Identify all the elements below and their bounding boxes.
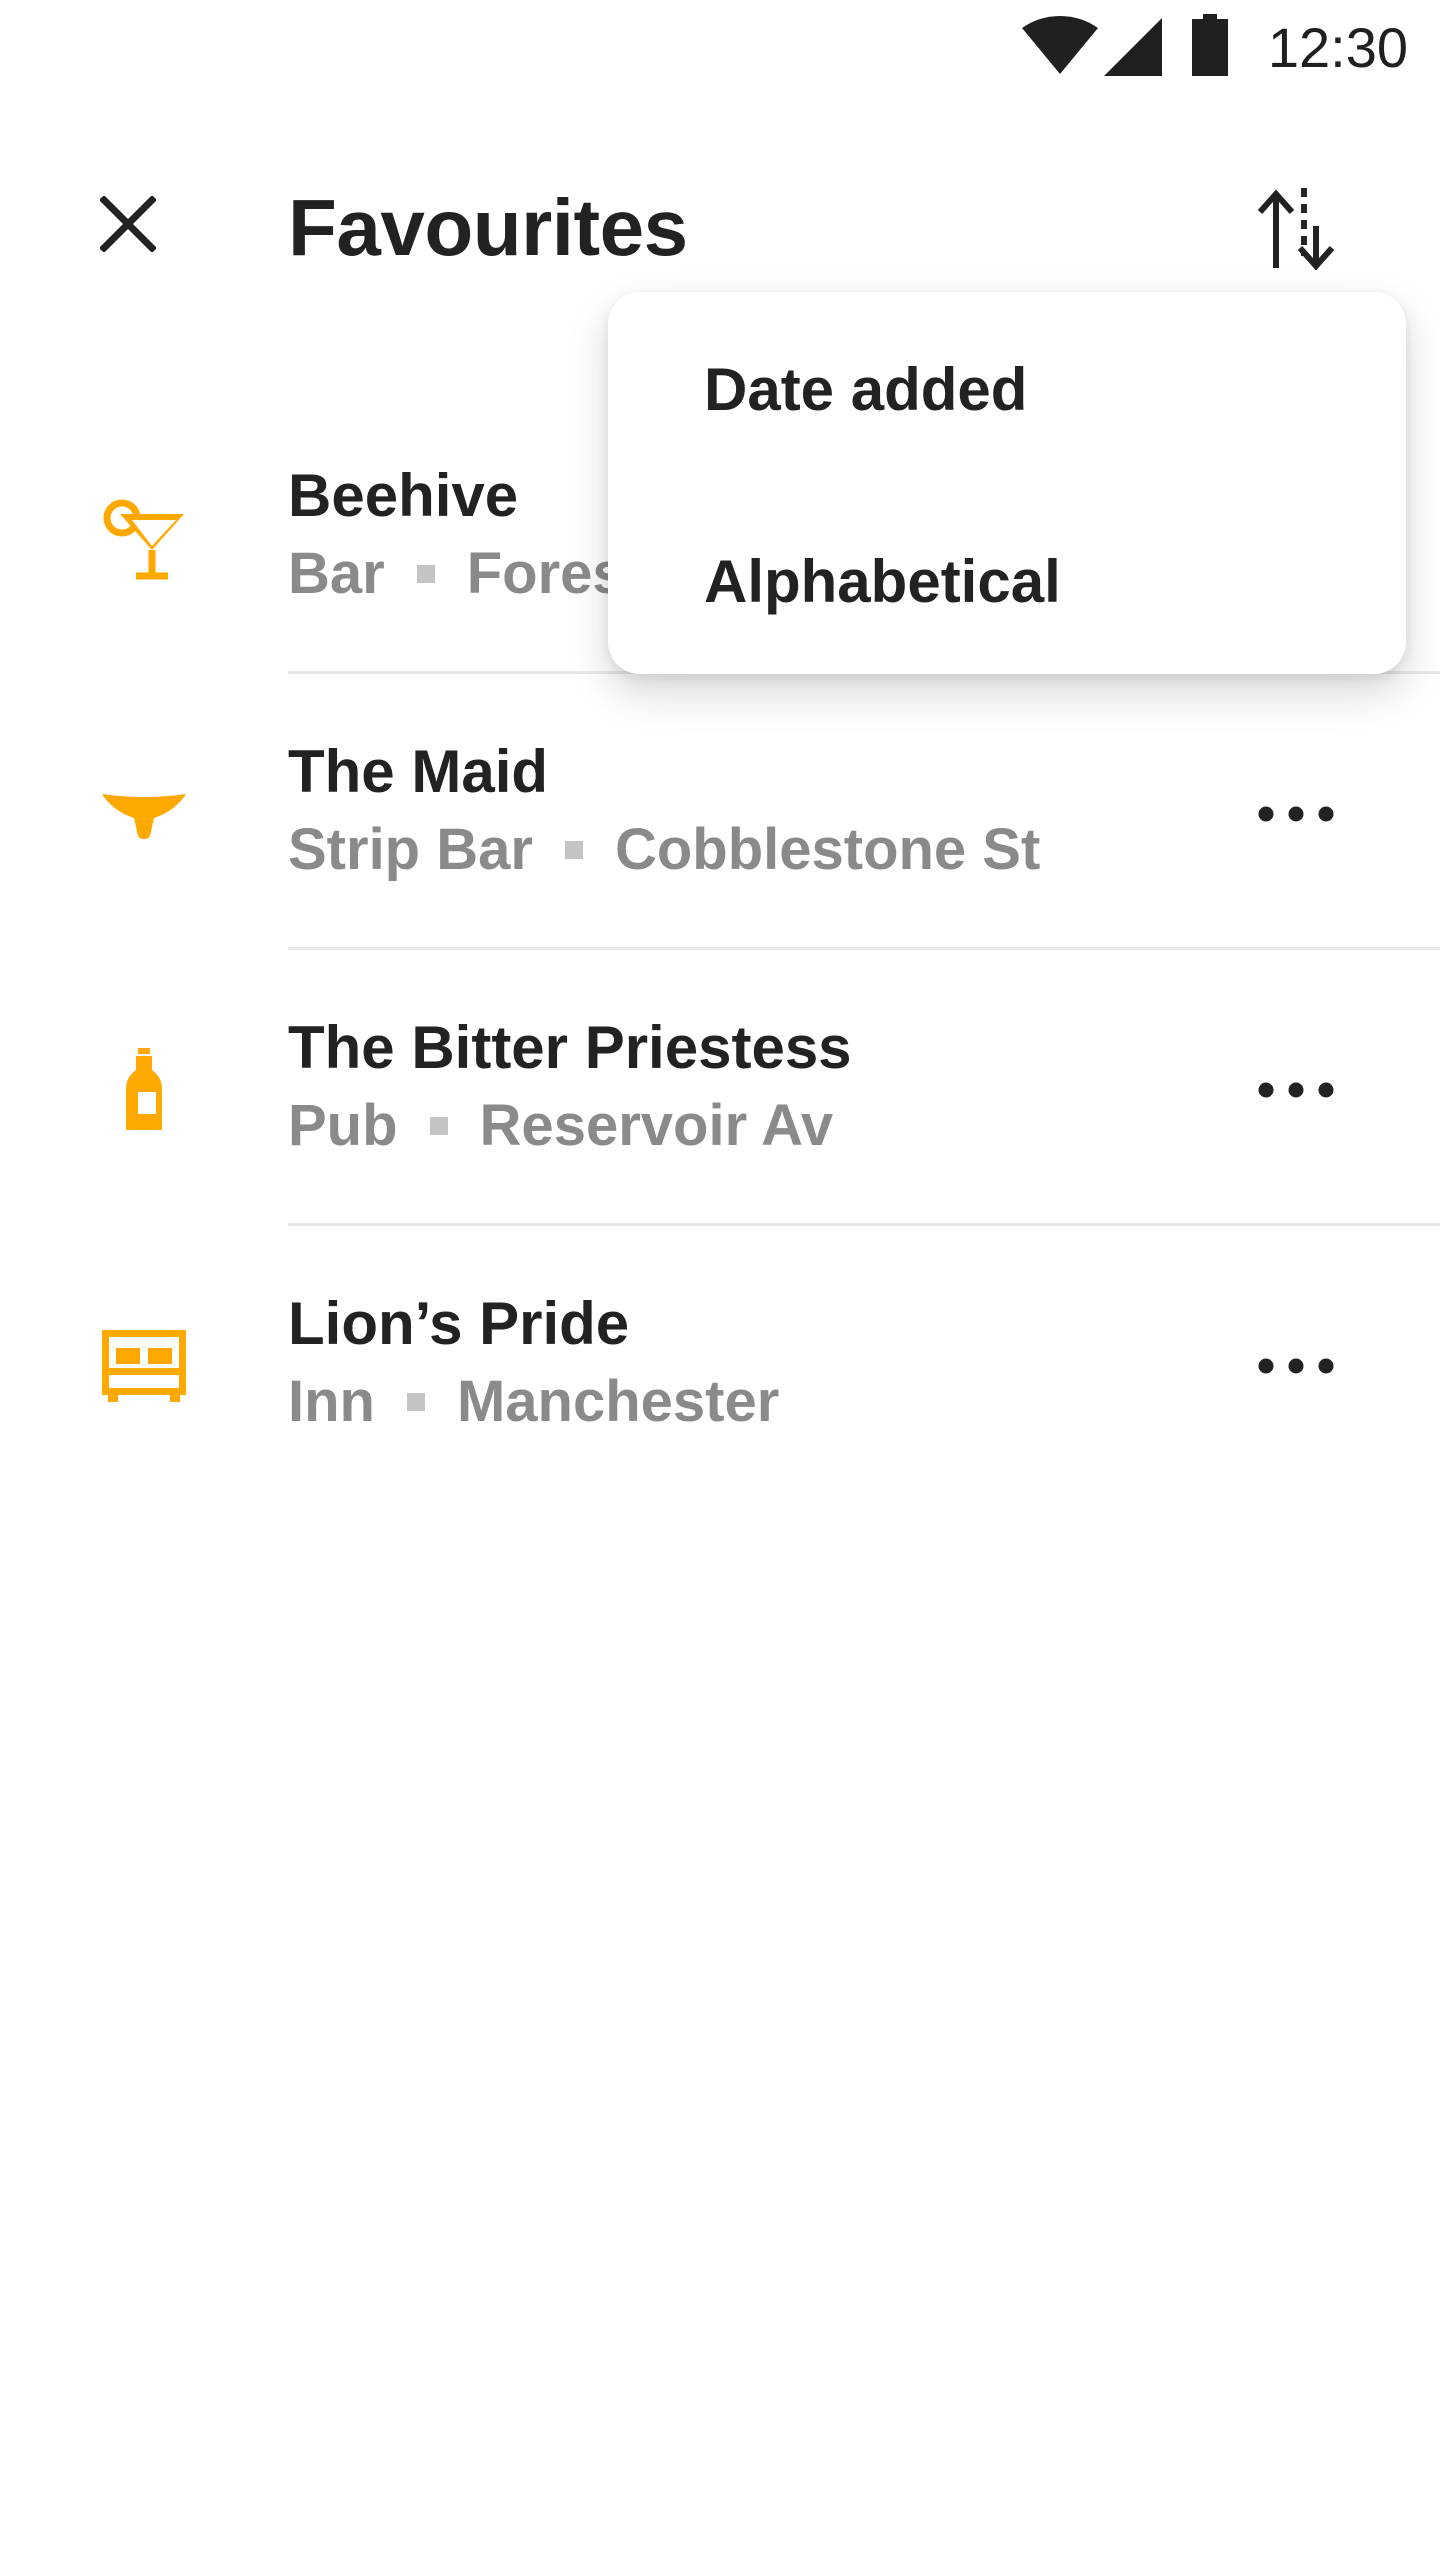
item-text: The Bitter Priestess Pub Reservoir Av (288, 1012, 852, 1162)
item-name: Lion’s Pride (288, 1290, 630, 1357)
cocktail-icon (100, 494, 188, 582)
list-item[interactable]: The Bitter Priestess Pub Reservoir Av (0, 950, 1440, 1226)
wifi-icon (1022, 16, 1098, 74)
sort-option-date-added[interactable]: Date added (704, 342, 1027, 438)
item-details: Pub Reservoir Av (288, 1090, 852, 1162)
more-options-button[interactable] (1240, 1042, 1352, 1138)
sort-menu: Date added Alphabetical (608, 292, 1406, 674)
list-item[interactable]: The Maid Strip Bar Cobblestone St (0, 674, 1440, 950)
separator-dot (416, 565, 435, 583)
item-name: The Maid (288, 738, 549, 805)
more-horizontal-icon (1258, 1358, 1334, 1374)
item-type: Inn (288, 1369, 375, 1434)
status-bar: 12:30 (0, 0, 1440, 96)
separator-dot (564, 841, 583, 859)
more-horizontal-icon (1258, 1082, 1334, 1098)
more-options-button[interactable] (1240, 766, 1352, 862)
sort-icon (1257, 188, 1335, 270)
item-type: Bar (288, 541, 385, 606)
underwear-icon (100, 770, 188, 858)
sort-option-alphabetical[interactable]: Alphabetical (704, 534, 1061, 630)
item-location: Fores (466, 541, 625, 606)
item-type: Strip Bar (288, 817, 533, 882)
item-location: Manchester (456, 1369, 780, 1434)
sort-button[interactable] (1240, 176, 1352, 280)
beer-bottle-icon (100, 1046, 188, 1134)
separator-dot (406, 1393, 425, 1411)
item-type: Pub (288, 1093, 398, 1158)
favourites-screen: 12:30 Favourites Beehive Bar Fores The M… (0, 0, 1440, 2560)
item-details: Inn Manchester (288, 1366, 779, 1438)
battery-icon (1192, 14, 1228, 76)
more-horizontal-icon (1258, 806, 1334, 822)
item-name: Beehive (288, 462, 519, 529)
item-details: Bar Fores (288, 538, 625, 610)
app-bar: Favourites (0, 160, 1440, 288)
page-title: Favourites (288, 183, 688, 272)
bed-icon (100, 1322, 188, 1410)
item-text: Beehive Bar Fores (288, 460, 625, 610)
item-text: Lion’s Pride Inn Manchester (288, 1288, 779, 1438)
list-item[interactable]: Lion’s Pride Inn Manchester (0, 1226, 1440, 1502)
separator-dot (429, 1117, 448, 1135)
item-details: Strip Bar Cobblestone St (288, 814, 1040, 886)
item-location: Cobblestone St (614, 817, 1041, 882)
item-name: The Bitter Priestess (288, 1014, 852, 1081)
cellular-signal-icon (1104, 18, 1162, 76)
close-icon (100, 196, 156, 252)
item-text: The Maid Strip Bar Cobblestone St (288, 736, 1040, 886)
status-time: 12:30 (1267, 16, 1408, 79)
close-button[interactable] (80, 176, 176, 272)
more-options-button[interactable] (1240, 1318, 1352, 1414)
item-location: Reservoir Av (479, 1093, 834, 1158)
